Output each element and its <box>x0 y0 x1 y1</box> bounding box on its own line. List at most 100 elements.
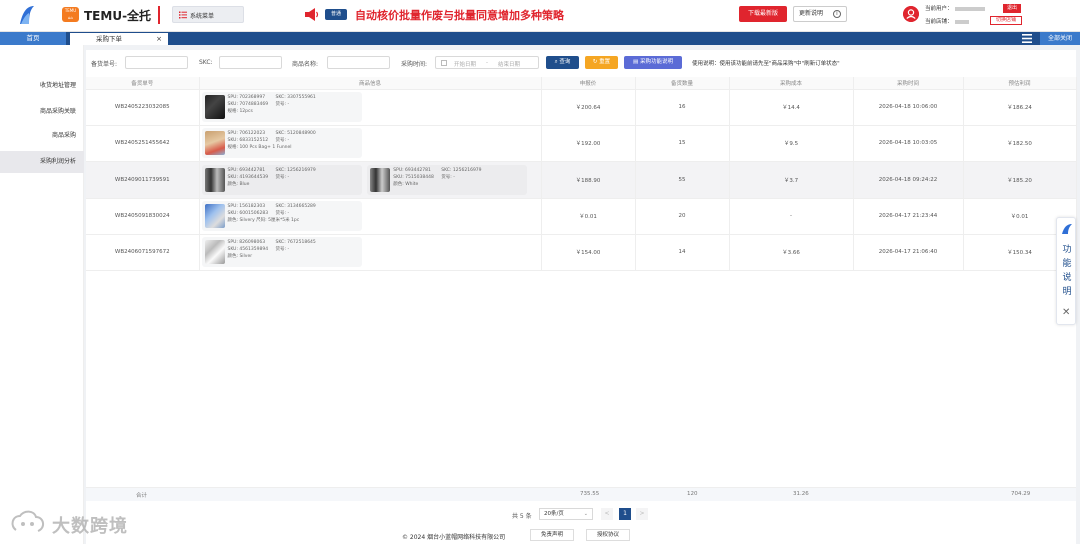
product-info-cell: SPU: 702368997 SKC: 3307555961 SKU: 70748… <box>199 89 542 126</box>
order-no-cell[interactable]: WB2405251455642 <box>86 125 200 162</box>
hamburger-menu-icon[interactable] <box>1022 34 1032 43</box>
product-thumbnail <box>204 167 225 192</box>
list-menu-icon <box>179 11 187 19</box>
product-meta: SPU: 706122023 SKC: 5120848900 SKU: 68331… <box>227 131 316 150</box>
col-purchase-time: 采购时间 <box>853 77 964 90</box>
product-meta: SPU: 826098063 SKC: 7672518645 SKU: 45613… <box>227 240 316 259</box>
table-row[interactable]: WB2406071597672 SPU: 826098063 SKC: 76725… <box>86 234 1077 271</box>
purchase-time-cell: 2026-04-18 10:06:00 <box>853 89 964 126</box>
order-no-cell[interactable]: WB2406071597672 <box>86 234 200 271</box>
quantity-cell: 55 <box>635 161 730 199</box>
declared-price-cell: ￥188.90 <box>541 161 636 199</box>
product-meta: SPU: 702368997 SKC: 3307555961 SKU: 70748… <box>227 95 316 114</box>
logout-button[interactable]: 退出 <box>1003 4 1021 13</box>
feature-help-float[interactable]: 功能说明 ✕ <box>1056 217 1076 325</box>
totals-profit: 704.29 <box>1011 491 1031 497</box>
disclaimer-button[interactable]: 免责声明 <box>530 529 574 541</box>
product-name-input[interactable] <box>327 56 390 69</box>
product-card[interactable]: SPU: 693442781 SKC: 1256216979 SKU: 75150… <box>367 164 528 195</box>
sidebar-item-address[interactable]: 收货地址管理 <box>0 75 84 97</box>
temu-badge: TEMU ⌂⌂ <box>62 7 79 22</box>
product-card[interactable]: SPU: 156182303 SKC: 3134665289 SKU: 60015… <box>201 201 362 231</box>
quantity-cell: 20 <box>635 198 730 235</box>
declared-price-cell: ￥200.64 <box>541 89 636 126</box>
copyright-text: © 2024 烟台小蓝帽网络科技有限公司 <box>402 534 506 541</box>
current-user: 当前用户： <box>925 4 985 12</box>
prev-page-button[interactable]: < <box>601 508 613 520</box>
current-shop: 当前店铺： <box>925 17 969 25</box>
download-latest-button[interactable]: 下载最新版 <box>739 6 787 22</box>
sidebar-item-profit-analysis[interactable]: 采购利润分析 <box>0 151 84 173</box>
sidebar-item-purchase-link[interactable]: 商品采购关联 <box>0 101 84 123</box>
page-size-select[interactable]: 20条/页 ⌄ <box>539 508 593 520</box>
col-quantity: 备货数量 <box>635 77 730 90</box>
table-row[interactable]: WB2405223032085 SPU: 702368997 SKC: 33075… <box>86 89 1077 126</box>
tab-purchase-order[interactable]: 采购下单 × <box>70 33 168 45</box>
date-range-separator: - <box>486 60 488 66</box>
sidebar-item-purchase[interactable]: 商品采购 <box>0 125 84 147</box>
purchase-time-cell: 2026-04-18 10:03:05 <box>853 125 964 162</box>
product-card[interactable]: SPU: 702368997 SKC: 3307555961 SKU: 70748… <box>201 92 362 122</box>
product-thumbnail <box>204 204 225 228</box>
product-info-cell: SPU: 693442781 SKC: 1256216979 SKU: 41936… <box>199 161 542 199</box>
tab-home[interactable]: 首页 <box>0 32 66 45</box>
close-icon[interactable]: ✕ <box>1062 307 1070 318</box>
order-no-cell[interactable]: WB2405091830024 <box>86 198 200 235</box>
pager-total: 共 5 条 <box>512 513 532 520</box>
purchase-time-label: 采购时间: <box>401 61 428 68</box>
totals-row: 合计 735.55 120 31.26 704.29 <box>86 487 1076 501</box>
blue-bird-logo-icon <box>1062 224 1072 234</box>
product-card[interactable]: SPU: 706122023 SKC: 5120848900 SKU: 68331… <box>201 128 362 158</box>
user-avatar-icon[interactable] <box>903 6 919 22</box>
update-notes-button[interactable]: 更新说明 i <box>793 6 847 22</box>
order-no-input[interactable] <box>125 56 188 69</box>
close-tab-icon[interactable]: × <box>156 33 162 45</box>
brand-title: TEMU-全托 <box>84 9 152 23</box>
col-product-info: 商品信息 <box>199 77 542 90</box>
product-thumbnail <box>204 95 225 119</box>
promo-tag: 普通 <box>325 9 347 20</box>
switch-shop-button[interactable]: 切换店铺 <box>990 16 1022 25</box>
promo-banner-text[interactable]: 自动核价批量作废与批量同意增加多种策略 <box>355 7 564 23</box>
brand-divider <box>158 6 160 24</box>
purchase-cost-cell: ￥3.7 <box>729 161 854 199</box>
end-date-placeholder: 结束日期 <box>498 62 521 68</box>
product-info-cell: SPU: 706122023 SKC: 5120848900 SKU: 68331… <box>199 125 542 162</box>
product-card[interactable]: SPU: 693442781 SKC: 1256216979 SKU: 41936… <box>201 164 362 195</box>
query-button[interactable]: ⌕ 查询 <box>546 56 579 69</box>
next-page-button[interactable]: > <box>636 508 648 520</box>
calendar-icon <box>441 60 447 66</box>
skc-input[interactable] <box>219 56 282 69</box>
quantity-cell: 15 <box>635 125 730 162</box>
purchase-cost-cell: ￥9.5 <box>729 125 854 162</box>
order-no-cell[interactable]: WB2409011739591 <box>86 161 200 199</box>
reset-button[interactable]: ↻ 重置 <box>585 56 618 69</box>
product-meta: SPU: 156182303 SKC: 3134665289 SKU: 60015… <box>227 204 316 223</box>
info-circle-icon: i <box>833 10 841 18</box>
quantity-cell: 16 <box>635 89 730 126</box>
page-size-value: 20条/页 <box>544 511 564 517</box>
product-card[interactable]: SPU: 826098063 SKC: 7672518645 SKU: 45613… <box>201 237 362 267</box>
license-button[interactable]: 授权协议 <box>586 529 630 541</box>
order-no-cell[interactable]: WB2405223032085 <box>86 89 200 126</box>
usage-note: 使用说明：使用该功能前请先至"商品采购"中"刷新订单状态" <box>692 61 840 67</box>
update-notes-label: 更新说明 <box>799 10 824 17</box>
page-1-button[interactable]: 1 <box>619 508 631 520</box>
product-meta: SPU: 693442781 SKC: 1256216979 SKU: 41936… <box>227 167 316 187</box>
date-range-picker[interactable]: 开始日期 - 结束日期 <box>435 56 539 69</box>
table-row[interactable]: WB2405091830024 SPU: 156182303 SKC: 31346… <box>86 198 1077 235</box>
watermark-logo-icon <box>11 510 44 532</box>
product-name-label: 商品名称: <box>292 61 319 68</box>
purchase-help-button[interactable]: ▤ 采购功能说明 <box>624 56 682 69</box>
table-row[interactable]: WB2405251455642 SPU: 706122023 SKC: 51208… <box>86 125 1077 162</box>
table-header-row: 备货单号 商品信息 申报价 备货数量 采购成本 采购时间 预估利润 <box>86 77 1077 90</box>
watermark-text: 大数跨境 <box>52 516 128 537</box>
system-menu-button[interactable]: 系统菜单 <box>172 6 244 23</box>
purchase-time-cell: 2026-04-17 21:23:44 <box>853 198 964 235</box>
skc-label: SKC: <box>199 59 213 66</box>
close-all-tabs-button[interactable]: 全部关闭 <box>1040 32 1080 45</box>
top-bar: TEMU ⌂⌂ TEMU-全托 系统菜单 普通 自动核价批量作废与批量同意增加多种… <box>0 0 1080 32</box>
blue-bird-logo-icon <box>20 6 34 24</box>
masked-shopname <box>954 19 969 24</box>
table-row[interactable]: WB2409011739591 SPU: 693442781 SKC: 12562… <box>86 161 1077 199</box>
